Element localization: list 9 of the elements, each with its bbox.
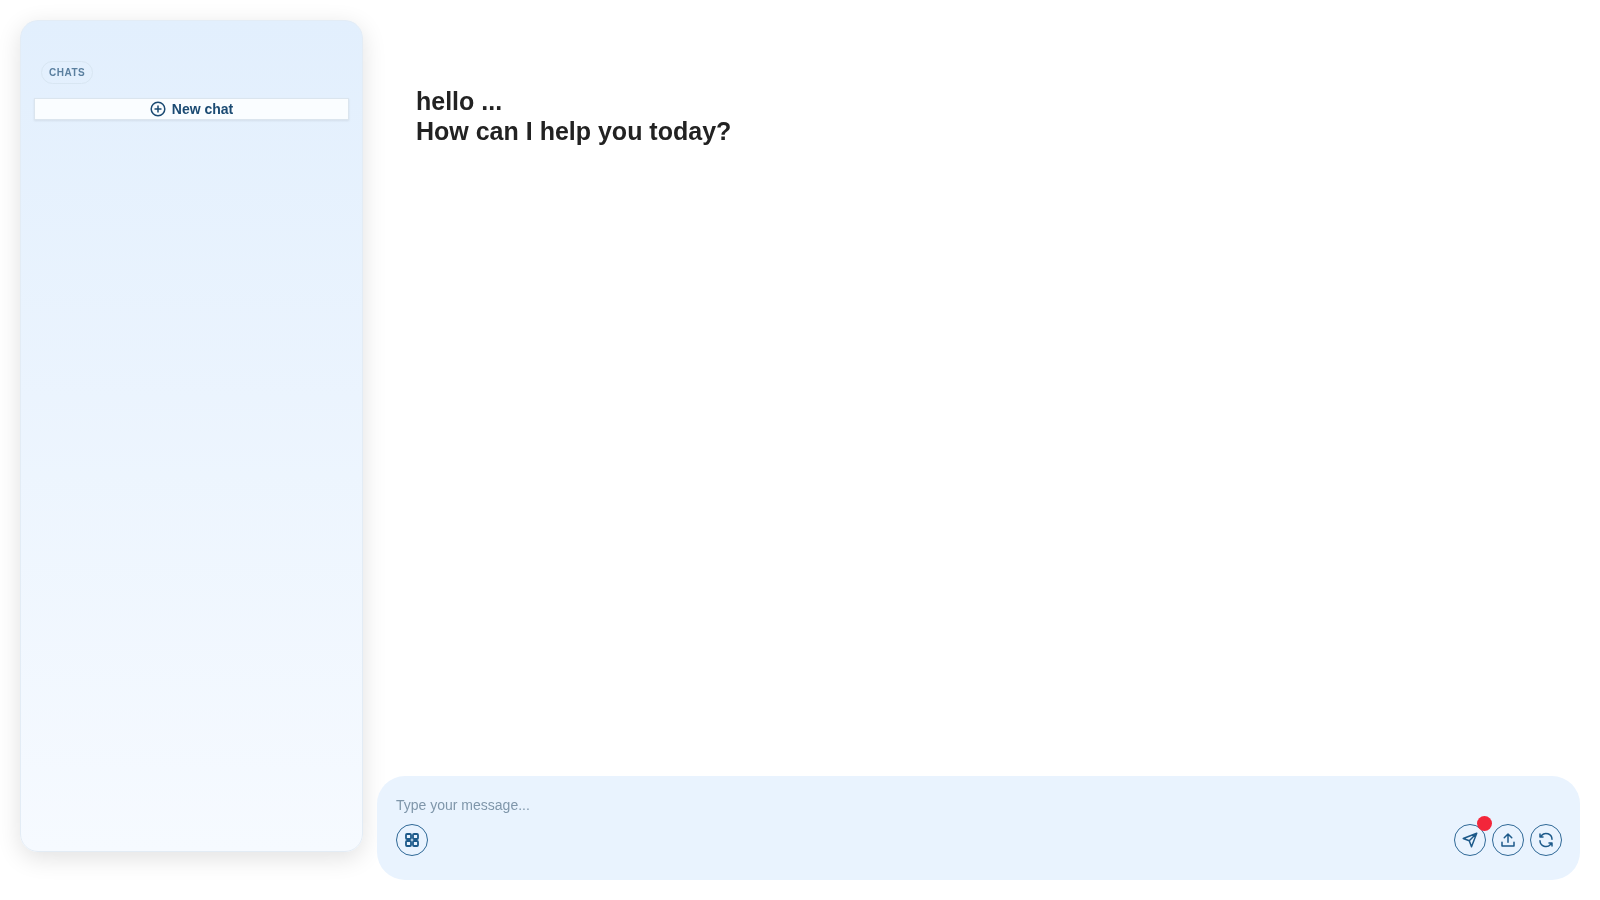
send-icon [1461,831,1479,849]
refresh-icon [1537,831,1555,849]
grid-icon [404,832,420,848]
message-input[interactable]: Type your message... [396,796,1562,814]
greeting-text: How can I help you today? [416,116,732,146]
upload-icon [1499,831,1517,849]
new-chat-button[interactable]: New chat [34,98,349,120]
plus-circle-icon [149,101,166,117]
greeting-text: hello ... [416,86,503,116]
